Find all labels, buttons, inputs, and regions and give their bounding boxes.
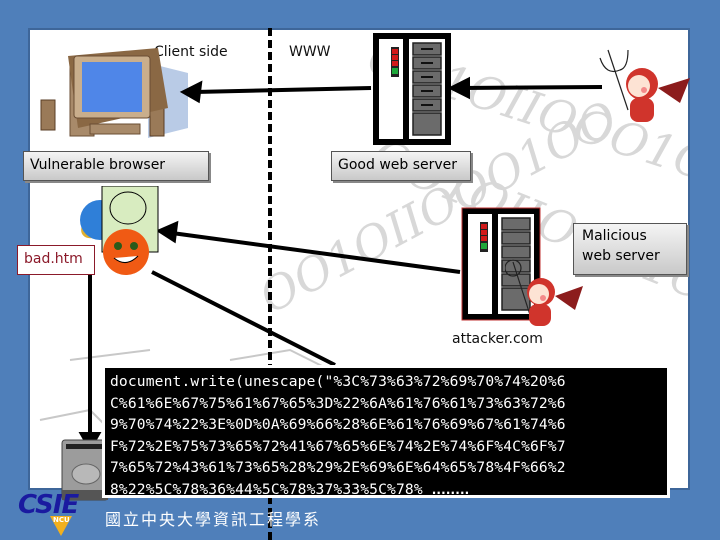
code-line: 8%22%5C%78%36%44%5C%78%37%33%5C%78% ....… [110, 479, 662, 502]
code-line: C%61%6E%67%75%61%67%65%3D%22%6A%61%76%61… [110, 394, 566, 412]
bad-htm-file-label: bad.htm [17, 245, 95, 275]
arrow-server-to-client [194, 86, 372, 94]
malicious-script-code-block: document.write(unescape("%3C%73%63%72%69… [102, 365, 670, 498]
institution-name: 國立中央大學資訊工程學系 [105, 510, 322, 529]
attacker-domain-label: attacker.com [452, 331, 543, 347]
malicious-label-line2: web server [582, 248, 660, 264]
code-line: 9%70%74%22%3E%0D%0A%69%66%28%6E%61%76%69… [110, 416, 566, 433]
good-web-server-label: Good web server [331, 151, 471, 181]
malicious-label-line1: Malicious [582, 228, 647, 244]
vulnerable-browser-label: Vulnerable browser [23, 151, 209, 181]
code-line-text: 8%22%5C%78%36%44%5C%78%37%33%5C%78% [110, 480, 432, 498]
csie-ncu-logo: CSIE NCU [18, 490, 88, 536]
code-line: 7%65%72%43%61%73%65%28%29%2E%69%6E%64%65… [110, 459, 566, 476]
malicious-web-server-label: Malicious web server [573, 223, 687, 275]
logo-subtext: NCU [53, 516, 70, 524]
arrow-devil-to-server [459, 85, 603, 90]
arrow-browser-to-code [151, 270, 336, 367]
code-ellipsis: ........ [431, 482, 470, 497]
arrow-malicious-to-browser [171, 231, 461, 274]
code-line: F%72%2E%75%73%65%72%41%67%65%6E%74%2E%74… [110, 437, 566, 455]
code-line: document.write(unescape("%3C%73%63%72%69… [110, 373, 566, 390]
